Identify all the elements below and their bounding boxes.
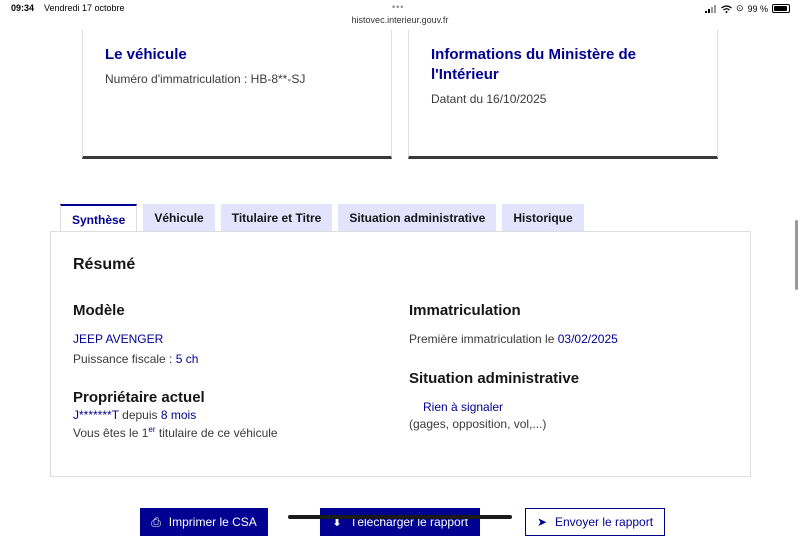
vehicle-card: Le véhicule Numéro d'immatriculation : H… (82, 30, 392, 159)
model-name: JEEP AVENGER (73, 332, 164, 346)
more-dots-icon[interactable]: ••• (392, 2, 404, 12)
battery-percent: 99 % (747, 3, 768, 14)
print-label: Imprimer le CSA (168, 515, 257, 529)
owner-rank-pre: Vous êtes le 1 (73, 426, 149, 440)
owner-since-label: depuis (122, 408, 158, 422)
send-icon: ➤ (536, 515, 547, 529)
ministry-card-title[interactable]: Informations du Ministère de l'Intérieur (431, 45, 661, 85)
status-time: 09:34 (11, 3, 35, 13)
owner-line: J*******T depuis 8 mois (73, 408, 196, 422)
tab-titulaire[interactable]: Titulaire et Titre (220, 204, 333, 232)
print-csa-button[interactable]: ⎙ Imprimer le CSA (140, 508, 268, 536)
situation-value: Rien à signaler (423, 400, 504, 414)
signal-icon (704, 4, 716, 13)
owner-rank-post: titulaire de ce véhicule (158, 426, 278, 440)
ministry-card: Informations du Ministère de l'Intérieur… (408, 30, 718, 159)
tab-list: Synthèse Véhicule Titulaire et Titre Sit… (60, 204, 584, 233)
panel-title: Résumé (73, 256, 136, 273)
owner-name: J*******T (73, 408, 119, 422)
tab-vehicule[interactable]: Véhicule (143, 204, 215, 232)
tab-situation[interactable]: Situation administrative (338, 204, 497, 232)
owner-since-value: 8 mois (160, 408, 197, 422)
situation-note: (gages, opposition, vol,...) (409, 417, 547, 431)
owner-rank: Vous êtes le 1er titulaire de ce véhicul… (73, 425, 278, 440)
immat-heading: Immatriculation (409, 302, 521, 319)
battery-icon (772, 4, 790, 13)
fiscal-value: 5 ch (175, 352, 199, 366)
status-indicators: ⊙ 99 % (704, 3, 790, 14)
home-indicator[interactable] (288, 515, 512, 519)
orientation-lock-icon: ⊙ (735, 3, 744, 13)
send-report-button[interactable]: ➤ Envoyer le rapport (525, 508, 665, 536)
download-report-button[interactable]: ⬇ Télécharger le rapport (320, 508, 480, 536)
scroll-indicator[interactable] (795, 220, 798, 290)
owner-rank-sup: er (148, 425, 156, 434)
owner-heading: Propriétaire actuel (73, 389, 205, 406)
tab-synthese[interactable]: Synthèse (60, 204, 138, 233)
first-registration: Première immatriculation le 03/02/2025 (409, 332, 618, 346)
status-bar: 09:34 Vendredi 17 octobre ••• histovec.i… (0, 0, 800, 30)
status-date: Vendredi 17 octobre (44, 3, 125, 13)
wifi-icon (721, 4, 732, 13)
plate-number: Numéro d'immatriculation : HB-8**-SJ (105, 72, 306, 86)
immat-label: Première immatriculation le (409, 332, 555, 346)
tab-historique[interactable]: Historique (502, 204, 584, 232)
ministry-date: Datant du 16/10/2025 (431, 92, 547, 106)
situation-heading: Situation administrative (409, 370, 580, 387)
printer-icon: ⎙ (151, 514, 161, 529)
fiscal-power: Puissance fiscale : 5 ch (73, 352, 198, 366)
vehicle-card-title[interactable]: Le véhicule (105, 45, 187, 65)
address-url[interactable]: histovec.interieur.gouv.fr (0, 15, 800, 25)
fiscal-label: Puissance fiscale : (73, 352, 173, 366)
send-label: Envoyer le rapport (555, 515, 654, 529)
synthese-panel: Résumé Modèle JEEP AVENGER Puissance fis… (50, 231, 751, 477)
model-heading: Modèle (73, 302, 125, 319)
immat-date: 03/02/2025 (557, 332, 618, 346)
